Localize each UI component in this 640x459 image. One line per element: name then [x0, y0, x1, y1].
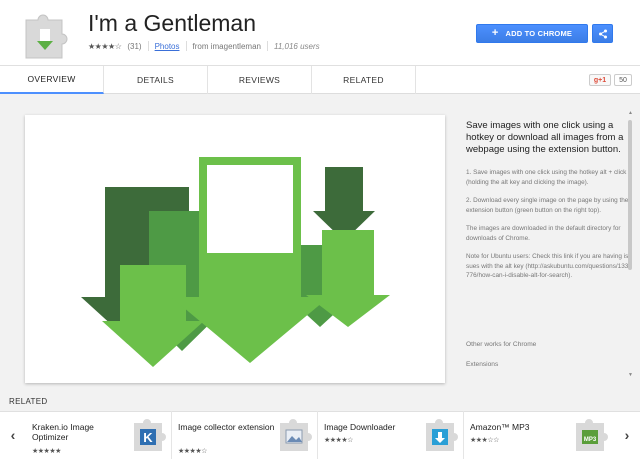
description-paragraph: 1. Save images with one click using the …: [466, 169, 627, 186]
divider: [147, 41, 149, 51]
tab-reviews[interactable]: REVIEWS: [208, 66, 312, 94]
share-button[interactable]: [592, 24, 613, 43]
divider: [185, 41, 187, 51]
puzzle-app-icon: [25, 14, 68, 59]
photos-link[interactable]: Photos: [155, 42, 180, 51]
kraken-icon: K: [134, 419, 166, 451]
author-link[interactable]: from imagentleman: [193, 42, 261, 51]
related-card-stars: ★★★★☆: [178, 448, 207, 455]
svg-text:K: K: [143, 430, 153, 445]
app-title: I'm a Gentleman: [88, 10, 257, 36]
tab-overview[interactable]: OVERVIEW: [0, 66, 104, 94]
gplus-count: 50: [614, 74, 632, 86]
description-heading: Save images with one click using a hotke…: [466, 120, 624, 155]
image-collector-icon: [280, 419, 312, 451]
related-card-amazon-mp3[interactable]: Amazon™ MP3 ★★★☆☆ MP3: [464, 411, 614, 459]
gplus-button[interactable]: g+1: [589, 74, 611, 86]
header: I'm a Gentleman ★★★★☆ (31) Photos from i…: [0, 0, 640, 66]
rating-count[interactable]: (31): [127, 42, 141, 51]
add-to-chrome-button[interactable]: + ADD TO CHROME: [476, 24, 588, 43]
related-card-name: Kraken.io Image Optimizer: [32, 422, 94, 442]
scroll-up-icon[interactable]: ▲: [628, 110, 633, 116]
related-card-name: Amazon™ MP3: [470, 422, 530, 432]
other-works-link[interactable]: Other works for Chrome: [466, 341, 536, 348]
description-panel: Save images with one click using a hotke…: [466, 120, 631, 290]
extension-screenshot[interactable]: [25, 115, 445, 383]
description-paragraph: The images are downloaded in the default…: [466, 225, 621, 242]
divider: [266, 41, 268, 51]
tab-details[interactable]: DETAILS: [104, 66, 208, 94]
add-to-chrome-label: ADD TO CHROME: [505, 29, 573, 38]
plus-icon: +: [491, 27, 499, 39]
related-card-name: Image collector extension: [178, 422, 275, 432]
next-arrow-icon[interactable]: ›: [614, 411, 640, 459]
related-card-kraken[interactable]: Kraken.io Image Optimizer ★★★★★ K: [26, 411, 172, 459]
prev-arrow-icon[interactable]: ‹: [0, 411, 26, 459]
rating-stars: ★★★★☆: [88, 41, 122, 51]
related-card-stars: ★★★★☆: [324, 437, 353, 444]
description-paragraph: Note for Ubuntu users: Check this link i…: [466, 253, 629, 279]
tab-bar: OVERVIEW DETAILS REVIEWS RELATED: [0, 66, 640, 94]
scroll-down-icon[interactable]: ▼: [628, 372, 633, 378]
meta-row: ★★★★☆ (31) Photos from imagentleman 11,0…: [88, 41, 320, 51]
related-card-image-downloader[interactable]: Image Downloader ★★★★☆: [318, 411, 464, 459]
tab-related[interactable]: RELATED: [312, 66, 416, 94]
related-card-image-collector[interactable]: Image collector extension ★★★★☆: [172, 411, 318, 459]
user-count: 11,016 users: [273, 41, 320, 51]
download-arrows-image: [81, 157, 390, 367]
scrollbar-thumb[interactable]: [628, 120, 632, 270]
share-icon: [598, 29, 607, 38]
related-card-stars: ★★★☆☆: [470, 437, 499, 444]
related-card-name: Image Downloader: [324, 422, 396, 432]
image-downloader-icon: [426, 419, 458, 451]
related-card-stars: ★★★★★: [32, 448, 61, 455]
amazon-mp3-icon: MP3: [576, 419, 608, 451]
svg-text:MP3: MP3: [584, 437, 597, 443]
related-heading: RELATED: [9, 397, 48, 406]
extensions-link[interactable]: Extensions: [466, 361, 498, 368]
description-paragraph: 2. Download every single image on the pa…: [466, 197, 629, 214]
